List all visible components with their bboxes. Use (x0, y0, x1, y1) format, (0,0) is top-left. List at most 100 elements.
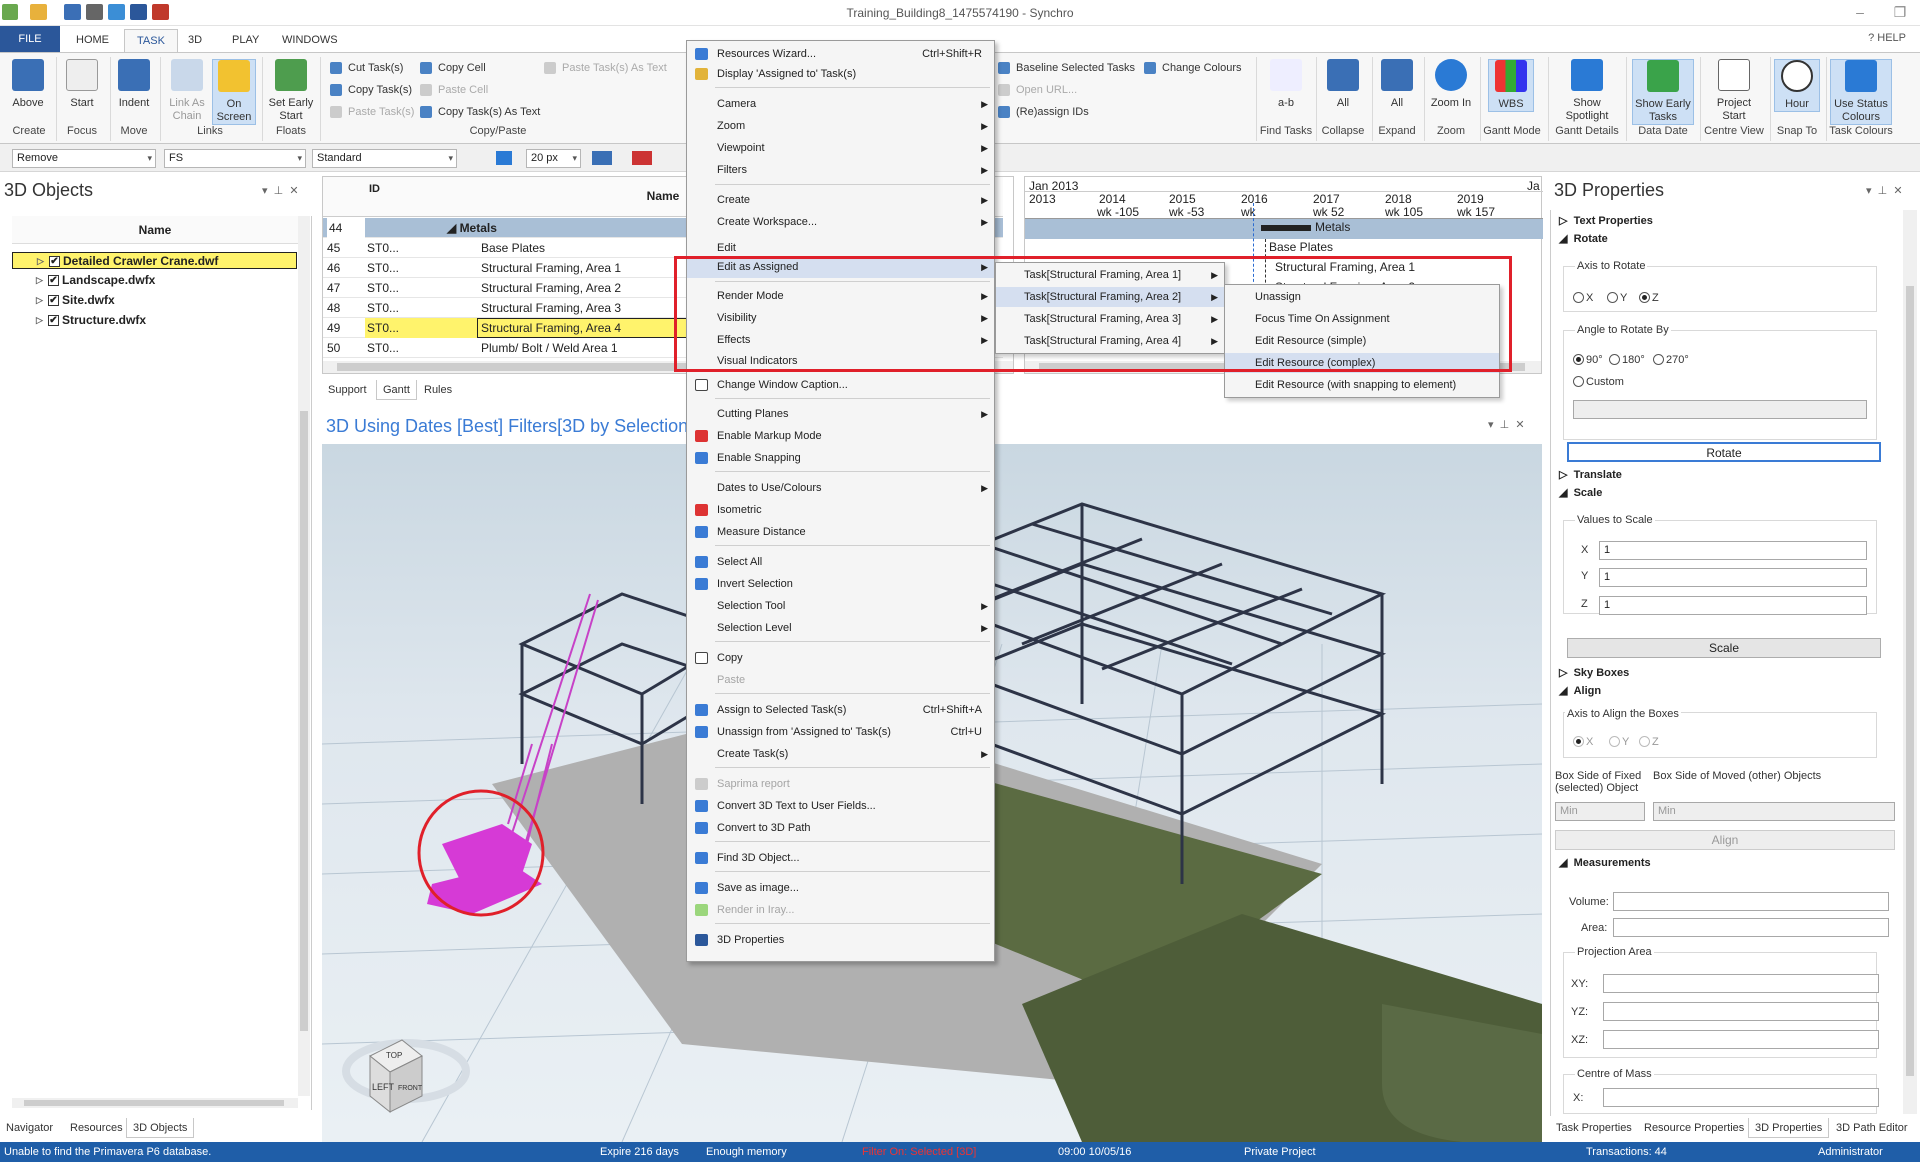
expand-icon[interactable]: ▷ (36, 292, 43, 309)
tab-3d-objects[interactable]: 3D Objects (126, 1118, 195, 1138)
custom-angle-input[interactable] (1573, 400, 1867, 419)
menu-item-selection-tool[interactable]: Selection Tool ▶ (687, 596, 994, 616)
view-menu-icon[interactable]: ▾ ⊥ ✕ (1488, 418, 1525, 431)
menu-item-render-iray[interactable]: Render in Iray... (687, 900, 994, 920)
open-url-button[interactable]: Open URL... (996, 82, 1077, 98)
tree-item-landscape[interactable]: ▷ ✔ Landscape.dwfx (12, 272, 297, 289)
collapse-all-button[interactable]: All (1320, 59, 1366, 110)
tab-play[interactable]: PLAY (220, 29, 271, 52)
section-rotate[interactable]: ◢ Rotate (1559, 232, 1608, 245)
above-button[interactable]: Above (8, 59, 48, 110)
menu-item-create-workspace[interactable]: Create Workspace... ▶ (687, 212, 994, 232)
checkbox-icon[interactable]: ✔ (48, 275, 59, 286)
scroll-thumb[interactable] (24, 1100, 284, 1106)
find-tasks-button[interactable]: a-b (1260, 59, 1312, 110)
menu-item-saprima-report[interactable]: Saprima report (687, 774, 994, 794)
menu-item-find-3d-object[interactable]: Find 3D Object... (687, 848, 994, 868)
reassign-ids-button[interactable]: (Re)assign IDs (996, 104, 1089, 120)
tab-task[interactable]: TASK (124, 29, 178, 52)
tab-rules[interactable]: Rules (418, 380, 458, 400)
gantt-summary-bar[interactable] (1261, 225, 1311, 231)
axis-z-radio[interactable]: Z (1639, 292, 1659, 304)
objects-column-header[interactable]: Name (12, 216, 298, 244)
restore-icon[interactable]: ❐ (1880, 2, 1920, 22)
tab-3d[interactable]: 3D (176, 29, 214, 52)
expand-icon[interactable]: ▷ (36, 272, 43, 289)
menu-item-assign-selected[interactable]: Assign to Selected Task(s) Ctrl+Shift+A (687, 700, 994, 720)
on-screen-button[interactable]: On Screen (212, 59, 256, 125)
scale-x-input[interactable]: 1 (1599, 541, 1867, 560)
menu-item-snapping[interactable]: Enable Snapping (687, 448, 994, 468)
checkbox-icon[interactable]: ✔ (48, 295, 59, 306)
box-moved-select[interactable]: Min (1653, 802, 1895, 821)
tab-resource-properties[interactable]: Resource Properties (1638, 1118, 1750, 1138)
menu-item-display-assigned[interactable]: Display 'Assigned to' Task(s) (687, 64, 994, 84)
scroll-thumb[interactable] (1906, 286, 1914, 1076)
menu-item-camera[interactable]: Camera ▶ (687, 94, 994, 114)
menu-item-create[interactable]: Create ▶ (687, 190, 994, 210)
tab-task-properties[interactable]: Task Properties (1550, 1118, 1638, 1138)
row-height-combo[interactable]: 20 px (526, 149, 581, 168)
align-x-radio[interactable]: X (1573, 736, 1593, 748)
minimize-icon[interactable]: – (1840, 2, 1880, 22)
menu-item-dates-colours[interactable]: Dates to Use/Colours ▶ (687, 478, 994, 498)
link-as-chain-button[interactable]: Link As Chain (164, 59, 210, 123)
expand-all-button[interactable]: All (1376, 59, 1418, 110)
menu-item-viewpoint[interactable]: Viewpoint ▶ (687, 138, 994, 158)
tree-item-structure[interactable]: ▷ ✔ Structure.dwfx (12, 312, 297, 329)
cut-tasks-button[interactable]: Cut Task(s) (328, 60, 403, 76)
submenu-edit-snapping[interactable]: Edit Resource (with snapping to element) (1225, 375, 1499, 395)
indent-button[interactable]: Indent (114, 59, 154, 110)
section-translate[interactable]: ▷ Translate (1559, 468, 1622, 481)
change-colours-button[interactable]: Change Colours (1142, 60, 1242, 76)
use-status-colours-button[interactable]: Use Status Colours (1830, 59, 1892, 125)
section-scale[interactable]: ◢ Scale (1559, 486, 1602, 499)
menu-item-resources-wizard[interactable]: Resources Wizard... Ctrl+Shift+R (687, 44, 994, 64)
menu-item-invert-selection[interactable]: Invert Selection (687, 574, 994, 594)
tab-file[interactable]: FILE (0, 26, 60, 52)
scale-z-input[interactable]: 1 (1599, 596, 1867, 615)
menu-item-select-all[interactable]: Select All (687, 552, 994, 572)
project-start-button[interactable]: Project Start (1706, 59, 1762, 123)
tab-windows[interactable]: WINDOWS (270, 29, 350, 52)
xz-field[interactable] (1603, 1030, 1879, 1049)
align-button[interactable]: Align (1555, 830, 1895, 850)
angle-90-radio[interactable]: 90° (1573, 354, 1603, 366)
scroll-thumb[interactable] (300, 411, 308, 1031)
menu-item-cutting-planes[interactable]: Cutting Planes ▶ (687, 404, 994, 424)
props-scrollbar[interactable] (1903, 210, 1917, 1114)
expand-icon[interactable]: ▷ (37, 253, 44, 270)
menu-item-copy[interactable]: Copy (687, 648, 994, 668)
grid-header-id[interactable]: ID (369, 183, 383, 196)
paste-as-text-button[interactable]: Paste Task(s) As Text (542, 60, 667, 76)
xy-field[interactable] (1603, 974, 1879, 993)
paste-cell-button[interactable]: Paste Cell (418, 82, 488, 98)
menu-item-change-caption[interactable]: Change Window Caption... (687, 375, 994, 395)
viewcube-left[interactable]: LEFT (372, 1082, 395, 1092)
calendar-combo[interactable]: Standard (312, 149, 457, 168)
axis-y-radio[interactable]: Y (1607, 292, 1627, 304)
panel-menu-icon[interactable]: ▾ ⊥ ✕ (262, 184, 299, 197)
angle-180-radio[interactable]: 180° (1609, 354, 1645, 366)
tree-item-site[interactable]: ▷ ✔ Site.dwfx (12, 292, 297, 309)
rotate-button[interactable]: Rotate (1567, 442, 1881, 462)
tab-3d-path-editor[interactable]: 3D Path Editor (1830, 1118, 1914, 1138)
area-field[interactable] (1613, 918, 1889, 937)
tree-item-crane[interactable]: ▷ ✔ Detailed Crawler Crane.dwf (12, 252, 297, 269)
section-text-properties[interactable]: ▷ Text Properties (1559, 214, 1653, 227)
menu-item-measure-distance[interactable]: Measure Distance (687, 522, 994, 542)
menu-item-selection-level[interactable]: Selection Level ▶ (687, 618, 994, 638)
milestone-icons[interactable] (592, 151, 672, 165)
copy-tasks-button[interactable]: Copy Task(s) (328, 82, 412, 98)
com-x-field[interactable] (1603, 1088, 1879, 1107)
start-button[interactable]: Start (62, 59, 102, 110)
hour-button[interactable]: Hour (1774, 59, 1820, 112)
zoom-in-button[interactable]: Zoom In (1428, 59, 1474, 110)
angle-270-radio[interactable]: 270° (1653, 354, 1689, 366)
paste-tasks-button[interactable]: Paste Task(s) (328, 104, 414, 120)
props-menu-icon[interactable]: ▾ ⊥ ✕ (1866, 184, 1903, 197)
tab-gantt[interactable]: Gantt (376, 380, 417, 400)
baseline-selected-button[interactable]: Baseline Selected Tasks (996, 60, 1135, 76)
menu-item-create-tasks[interactable]: Create Task(s) ▶ (687, 744, 994, 764)
section-measurements[interactable]: ◢ Measurements (1559, 856, 1651, 869)
